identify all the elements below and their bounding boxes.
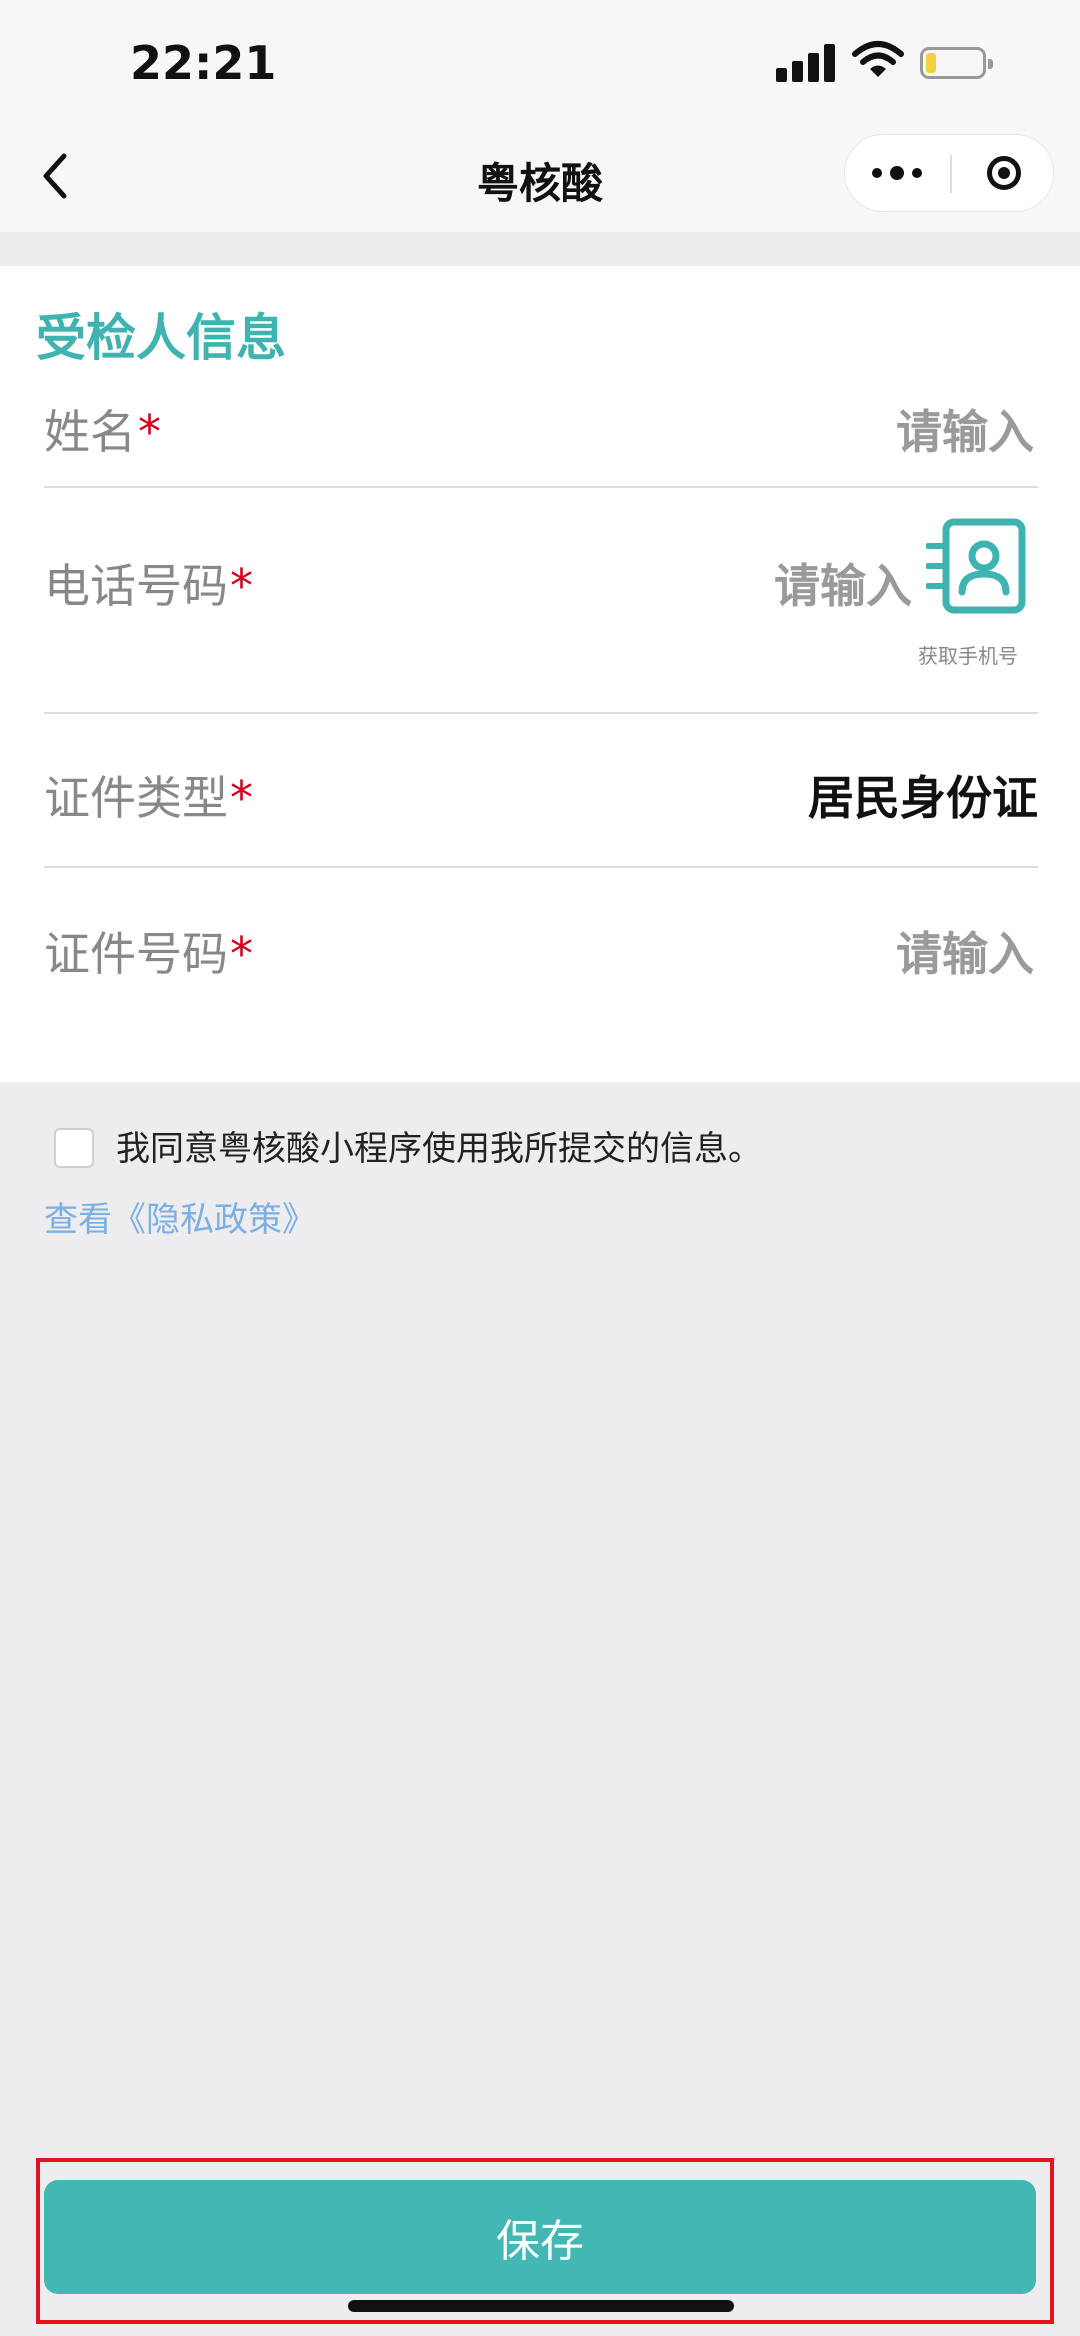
get-phone-caption[interactable]: 获取手机号 — [918, 640, 1018, 669]
name-field[interactable]: 姓名* 请输入 — [44, 384, 1038, 488]
name-input[interactable]: 请输入 — [896, 396, 1034, 462]
name-label: 姓名* — [44, 405, 161, 459]
nav-bar: 粤核酸 — [0, 120, 1080, 232]
examinee-info-card: 受检人信息 姓名* 请输入 电话号码* 请输入 获取手机号 证件类型* 居民身份… — [0, 266, 1080, 1082]
id-number-label: 证件号码* — [44, 927, 253, 981]
more-dots-icon[interactable] — [845, 135, 949, 211]
status-bar: 22:21 — [0, 0, 1080, 120]
id-type-label: 证件类型* — [44, 771, 253, 825]
capsule-divider — [950, 155, 952, 193]
id-type-field[interactable]: 证件类型* 居民身份证 — [44, 714, 1038, 868]
agreement-row: 我同意粤核酸小程序使用我所提交的信息。 — [54, 1128, 954, 1172]
id-type-select[interactable]: 居民身份证 — [808, 762, 1038, 828]
status-time: 22:21 — [130, 36, 277, 90]
phone-input[interactable]: 请输入 — [774, 550, 912, 616]
wifi-icon — [852, 41, 904, 77]
privacy-policy-link[interactable]: 查看《隐私政策》 — [44, 1192, 316, 1241]
battery-icon — [920, 47, 993, 79]
close-miniprogram-icon[interactable] — [965, 135, 1043, 211]
signal-icon — [776, 44, 836, 82]
miniprogram-capsule — [844, 134, 1054, 212]
home-indicator — [348, 2300, 734, 2312]
id-number-input[interactable]: 请输入 — [896, 918, 1034, 984]
agree-checkbox[interactable] — [54, 1128, 94, 1168]
save-button[interactable]: 保存 — [44, 2180, 1036, 2294]
phone-field[interactable]: 电话号码* 请输入 获取手机号 — [44, 488, 1038, 714]
agreement-text: 我同意粤核酸小程序使用我所提交的信息。 — [116, 1129, 762, 1169]
section-title: 受检人信息 — [36, 309, 286, 367]
id-number-field[interactable]: 证件号码* 请输入 — [44, 868, 1038, 1028]
phone-label: 电话号码* — [44, 559, 253, 613]
contact-card-icon[interactable] — [926, 516, 1026, 616]
